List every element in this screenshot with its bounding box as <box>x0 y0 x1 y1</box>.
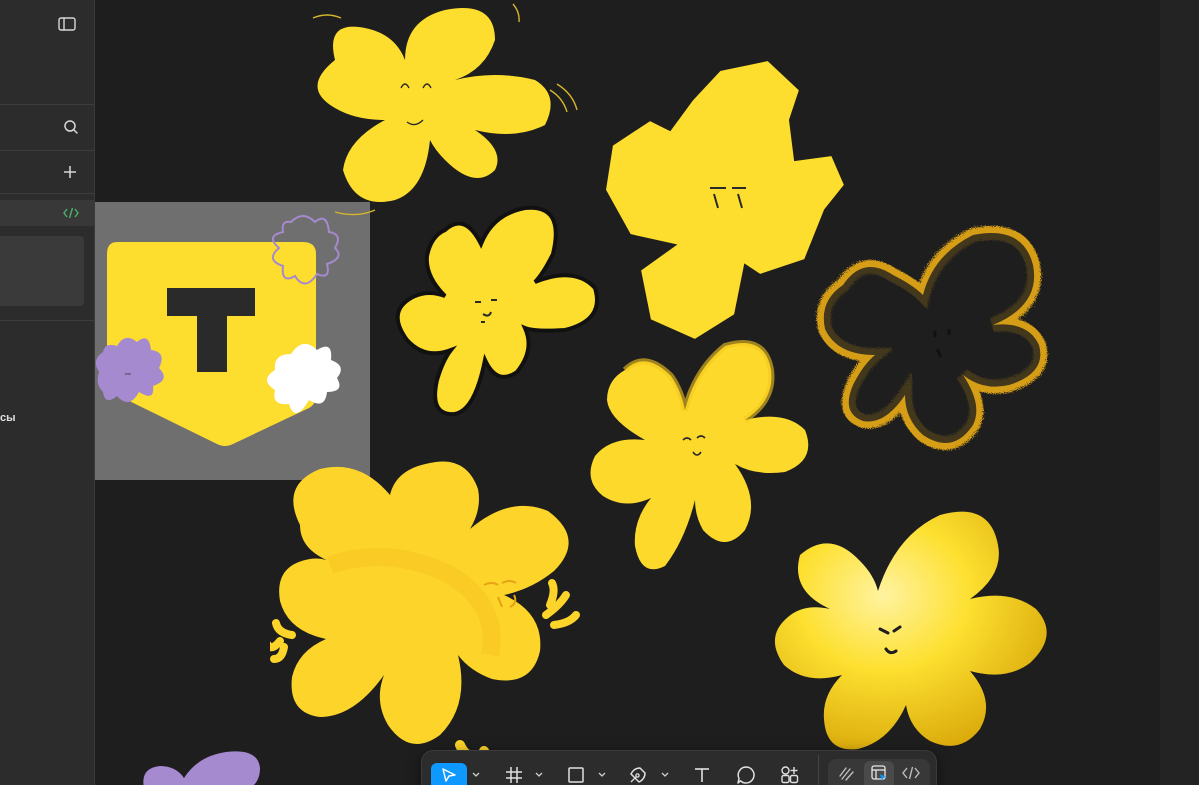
left-sidebar-panel: сы <box>0 0 95 785</box>
move-tool[interactable] <box>431 763 467 785</box>
divider <box>0 320 94 321</box>
pen-tool[interactable] <box>622 763 654 785</box>
text-tool[interactable] <box>686 763 718 785</box>
pen-tool-dropdown[interactable] <box>660 770 670 780</box>
sidebar-toggle-icon[interactable] <box>55 12 79 36</box>
toolbar-divider <box>818 755 819 785</box>
dev-mode[interactable] <box>896 761 926 785</box>
draw-mode[interactable] <box>832 761 862 785</box>
layer-row[interactable] <box>0 200 94 226</box>
section-label: сы <box>0 412 16 424</box>
rectangle-tool[interactable] <box>560 763 592 785</box>
hash-frame-icon <box>505 766 523 785</box>
code-brackets-icon <box>902 766 920 785</box>
design-layout-icon <box>870 764 888 785</box>
code-icon[interactable] <box>59 201 83 225</box>
yellow-flower-glossy-3d[interactable] <box>770 505 1055 755</box>
design-canvas[interactable]: ˘˘ <box>95 0 1160 785</box>
yellow-flower-smiling[interactable] <box>295 0 595 230</box>
text-t-icon <box>693 766 711 785</box>
scribble-icon <box>838 764 856 785</box>
move-tool-dropdown[interactable] <box>471 770 481 780</box>
frame-tool[interactable] <box>498 763 530 785</box>
svg-text:˘˘: ˘˘ <box>124 372 131 382</box>
yellow-flower-outlined[interactable] <box>385 200 605 425</box>
pen-nib-icon <box>628 765 648 785</box>
right-panel-edge <box>1160 0 1199 785</box>
divider <box>0 193 94 194</box>
actions-tool[interactable] <box>774 763 806 785</box>
bottom-toolbar <box>421 750 937 785</box>
design-mode[interactable] <box>864 761 894 785</box>
sprayed-dark-flower[interactable] <box>813 225 1053 465</box>
tbank-logo-artwork: ˘˘ <box>95 215 341 446</box>
frame-tool-dropdown[interactable] <box>534 770 544 780</box>
plugins-grid-icon <box>780 765 800 785</box>
rectangle-tool-dropdown[interactable] <box>597 770 607 780</box>
selected-frame[interactable]: ˘˘ <box>95 202 370 480</box>
mode-switcher <box>828 759 930 785</box>
divider <box>0 104 94 105</box>
speech-bubble-icon <box>736 765 756 785</box>
search-icon[interactable] <box>59 115 83 139</box>
square-icon <box>567 766 585 785</box>
comment-tool[interactable] <box>730 763 762 785</box>
purple-flower-partial[interactable] <box>140 748 265 785</box>
yellow-flower-dancing[interactable] <box>270 455 590 765</box>
divider <box>0 150 94 151</box>
layer-preview-card[interactable] <box>0 236 84 306</box>
cursor-arrow-icon <box>441 767 457 785</box>
plus-icon[interactable] <box>58 160 82 184</box>
